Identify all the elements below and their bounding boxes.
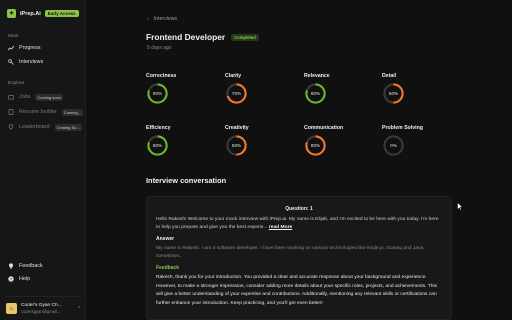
section-label-explore: Explore: [8, 81, 25, 86]
sidebar-item-label: Feedback: [19, 263, 43, 269]
sidebar-item-label: Progress: [19, 45, 41, 51]
sidebar-item-label: Resume builder: [19, 109, 57, 115]
answer-text: My name is Rakesh. I am a software devel…: [156, 246, 424, 259]
metric-correctness: Correctness 80%: [146, 73, 216, 104]
metric-label: Clarity: [225, 73, 242, 79]
briefcase-icon: [8, 94, 14, 100]
sidebar-item-label: Jobs: [19, 94, 31, 100]
metric-problem-solving: Problem Solving 0%: [382, 125, 452, 156]
score-value: 50%: [388, 91, 399, 96]
metric-label: Communication: [304, 125, 344, 131]
score-value: 80%: [152, 91, 163, 96]
score-ring: 70%: [225, 82, 248, 105]
section-label-main: Main: [8, 34, 19, 39]
feedback-text: Rakesh, thank you for your introduction.…: [156, 275, 437, 306]
coming-soon-badge: Coming So...: [54, 123, 82, 131]
score-ring: 80%: [146, 82, 169, 105]
bulb-icon: [8, 263, 14, 269]
sidebar-item-progress[interactable]: Progress: [8, 44, 41, 52]
sidebar-item-label: Leaderboard: [19, 124, 50, 130]
question-label: Question: 1: [285, 206, 313, 212]
score-value: 80%: [310, 91, 321, 96]
user-menu[interactable]: ☺ Coder's Gyan Ch... codersgyan@gmail...…: [6, 296, 82, 316]
page-subtitle: 5 days ago: [147, 45, 172, 51]
metric-creativity: Creativity 50%: [225, 125, 295, 156]
metric-label: Relevance: [304, 73, 330, 79]
score-value: 80%: [152, 143, 163, 148]
sidebar-item-help[interactable]: ? Help: [8, 275, 30, 283]
trophy-icon: [8, 124, 14, 130]
coming-soon-badge: Coming...: [61, 108, 83, 116]
score-ring: 80%: [304, 82, 327, 105]
chevron-left-icon: ‹: [147, 16, 149, 22]
breadcrumb[interactable]: ‹ Interviews: [147, 16, 177, 22]
trend-icon: [8, 45, 14, 51]
mouse-cursor-icon: [457, 202, 463, 211]
metric-label: Efficiency: [146, 125, 171, 131]
metric-efficiency: Efficiency 80%: [146, 125, 216, 156]
sidebar: ✦ iPrep.Ai Early Access Main Progress In…: [0, 0, 86, 320]
mic-icon: [8, 59, 14, 65]
question-body: Hello Rakesh! Welcome to your mock inter…: [156, 217, 439, 230]
sidebar-item-interviews[interactable]: Interviews: [8, 58, 43, 66]
score-value: 70%: [231, 91, 242, 96]
question-text: Hello Rakesh! Welcome to your mock inter…: [156, 216, 442, 231]
main-content: ‹ Interviews Frontend Developer Complete…: [87, 0, 512, 320]
logo-icon: ✦: [7, 9, 16, 18]
sidebar-item-resume-builder[interactable]: Resume builder Coming...: [8, 108, 83, 116]
conversation-card: Question: 1 Hello Rakesh! Welcome to you…: [146, 196, 452, 320]
metric-label: Creativity: [225, 125, 249, 131]
status-badge: Completed: [231, 33, 259, 41]
metric-label: Problem Solving: [382, 125, 423, 131]
score-ring: 50%: [225, 134, 248, 157]
metric-clarity: Clarity 70%: [225, 73, 295, 104]
score-ring: 80%: [304, 134, 327, 157]
help-icon: ?: [8, 276, 14, 282]
sidebar-item-leaderboard[interactable]: Leaderboard Coming So...: [8, 123, 82, 131]
document-icon: [8, 109, 14, 115]
metric-label: Correctness: [146, 73, 177, 79]
score-ring: 50%: [382, 82, 405, 105]
brand-name: iPrep.Ai: [20, 10, 41, 17]
brand[interactable]: ✦ iPrep.Ai Early Access: [7, 9, 79, 18]
user-name: Coder's Gyan Ch...: [21, 303, 62, 308]
user-email: codersgyan@gmail...: [21, 309, 61, 314]
score-ring: 0%: [382, 134, 405, 157]
sidebar-item-jobs[interactable]: Jobs Coming soon: [8, 93, 63, 101]
early-access-badge: Early Access: [44, 10, 79, 17]
sidebar-item-feedback[interactable]: Feedback: [8, 262, 43, 270]
answer-label: Answer: [156, 236, 175, 243]
coming-soon-badge: Coming soon: [35, 93, 63, 101]
metric-relevance: Relevance 80%: [304, 73, 374, 104]
score-value: 50%: [231, 143, 242, 148]
score-value: 0%: [390, 143, 397, 148]
score-value: 80%: [310, 143, 321, 148]
metric-label: Detail: [382, 73, 397, 79]
conversation-title: Interview conversation: [146, 176, 227, 185]
chevron-up-icon: ⌃: [77, 305, 82, 312]
page-title: Frontend Developer: [146, 32, 226, 42]
feedback-label: Feedback: [156, 265, 180, 272]
sidebar-item-label: Help: [19, 276, 31, 282]
breadcrumb-interviews[interactable]: Interviews: [154, 16, 177, 22]
sidebar-item-label: Interviews: [19, 59, 44, 65]
avatar: ☺: [6, 303, 17, 314]
metric-detail: Detail 50%: [382, 73, 452, 104]
metric-communication: Communication 80%: [304, 125, 374, 156]
score-ring: 80%: [146, 134, 169, 157]
read-more-link[interactable]: read More: [269, 225, 292, 230]
